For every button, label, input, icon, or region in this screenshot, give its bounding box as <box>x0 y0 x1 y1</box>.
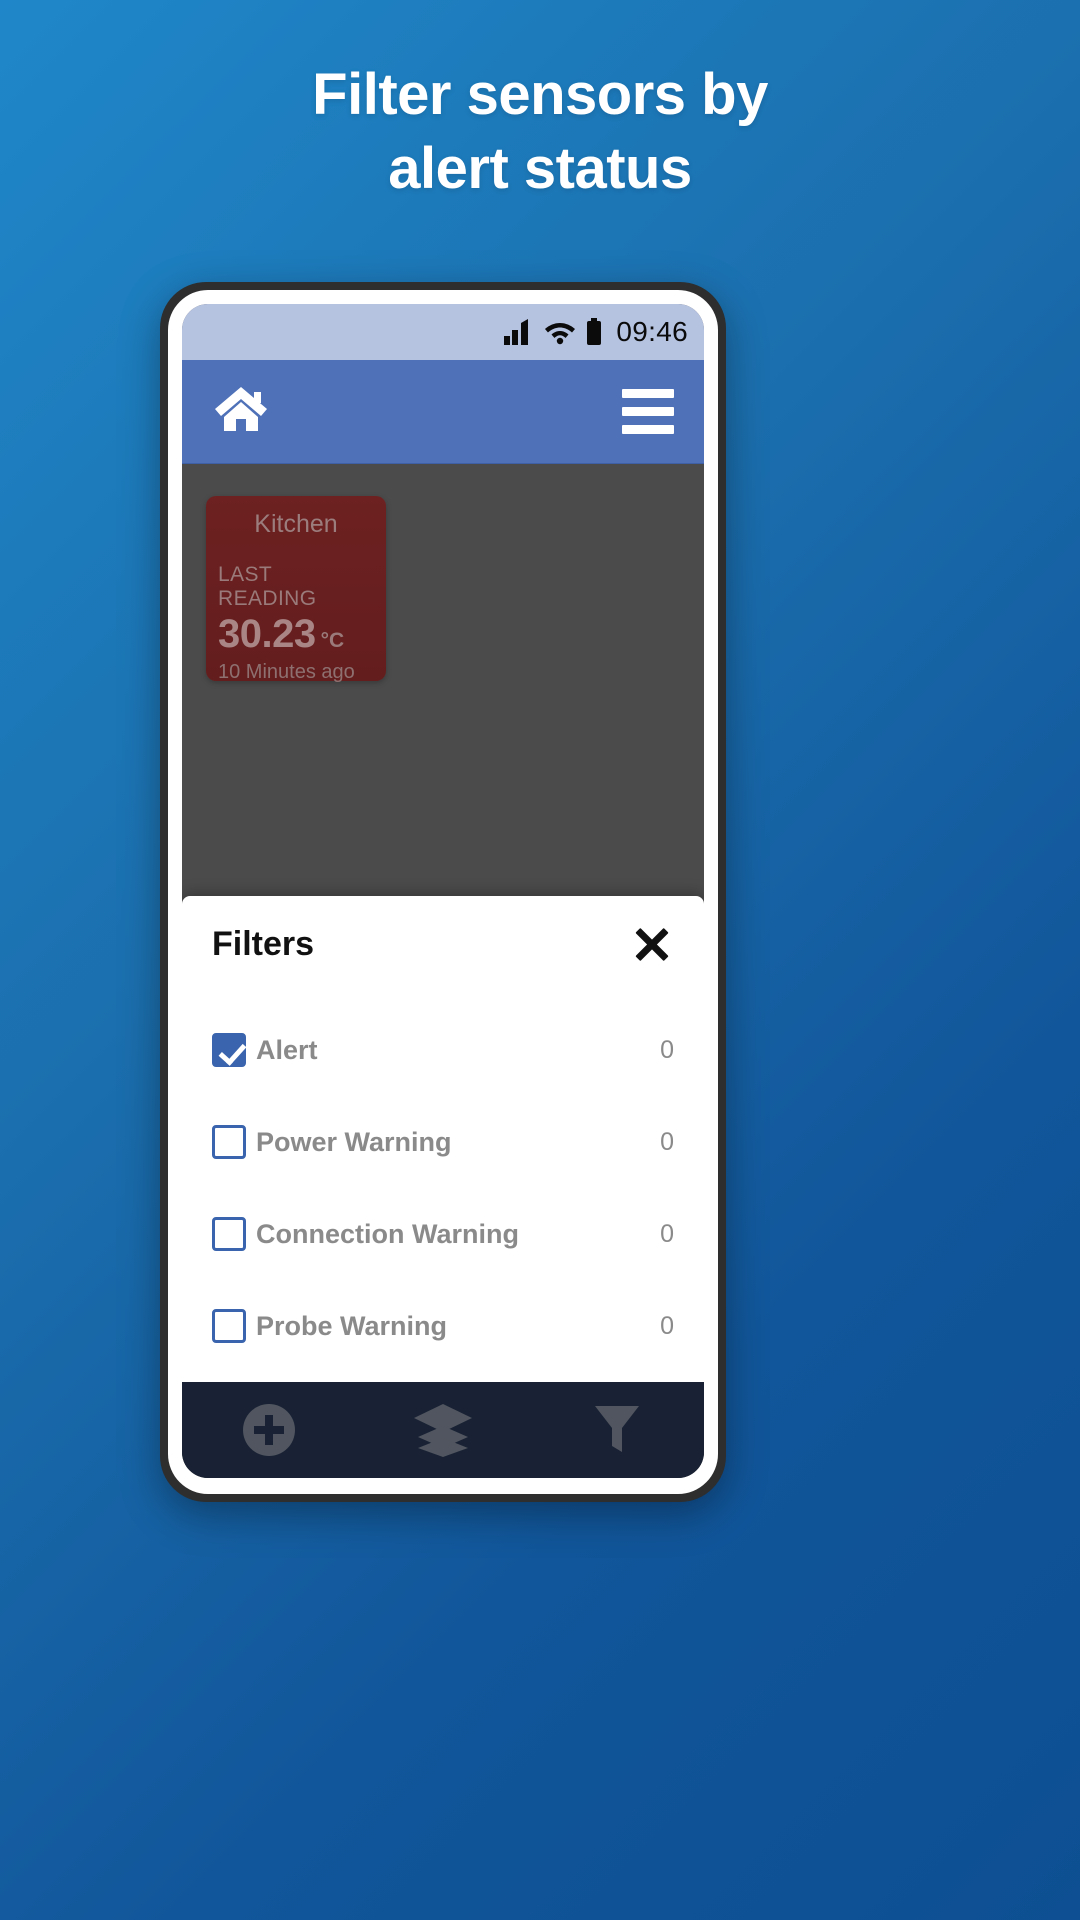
sensor-grid: Kitchen LAST READING 30.23 °C 10 Minutes… <box>182 464 704 1478</box>
sensor-card-unit: °C <box>320 629 345 652</box>
filter-row-connection-warning[interactable]: Connection Warning 0 <box>212 1188 674 1280</box>
hamburger-menu-icon[interactable] <box>622 389 674 434</box>
promo-heading: Filter sensors by alert status <box>0 58 1080 206</box>
filters-header: Filters <box>212 922 674 966</box>
bottom-navigation-bar <box>182 1382 704 1478</box>
filter-label-probe-warning: Probe Warning <box>256 1310 448 1341</box>
filters-title: Filters <box>212 924 315 963</box>
sensor-card-reading: 30.23 °C <box>218 612 374 657</box>
phone-frame: 09:46 Kitchen LAST READING 30.23 °C 10 M… <box>160 282 726 1502</box>
sensor-card-title: Kitchen <box>254 510 338 538</box>
phone-bezel: 09:46 Kitchen LAST READING 30.23 °C 10 M… <box>168 290 718 1494</box>
add-circle-icon[interactable] <box>182 1402 356 1458</box>
filters-panel: Filters Alert 0 Power Warning 0 Connecti… <box>182 896 704 1382</box>
layers-icon[interactable] <box>356 1402 530 1458</box>
filter-row-power-warning[interactable]: Power Warning 0 <box>212 1096 674 1188</box>
checkbox-alert[interactable] <box>212 1033 246 1067</box>
filter-label-connection-warning: Connection Warning <box>256 1218 519 1249</box>
sensor-card-kitchen[interactable]: Kitchen LAST READING 30.23 °C 10 Minutes… <box>206 496 386 683</box>
sensor-card-label: LAST READING <box>218 563 317 610</box>
close-icon[interactable] <box>630 922 674 966</box>
home-icon[interactable] <box>212 383 270 440</box>
filter-label-alert: Alert <box>256 1034 318 1065</box>
filter-count-probe-warning: 0 <box>660 1311 674 1340</box>
checkbox-connection-warning[interactable] <box>212 1217 246 1251</box>
filter-label-power-warning: Power Warning <box>256 1126 452 1157</box>
sensor-card-timestamp: 10 Minutes ago <box>218 661 355 683</box>
filter-funnel-icon[interactable] <box>530 1402 704 1458</box>
checkbox-probe-warning[interactable] <box>212 1309 246 1343</box>
wifi-icon <box>544 319 576 345</box>
filter-row-probe-warning[interactable]: Probe Warning 0 <box>212 1280 674 1372</box>
filter-count-power-warning: 0 <box>660 1127 674 1156</box>
status-bar-time: 09:46 <box>616 316 688 347</box>
phone-screen: 09:46 Kitchen LAST READING 30.23 °C 10 M… <box>182 304 704 1478</box>
filter-row-alert[interactable]: Alert 0 <box>212 1004 674 1096</box>
app-bar <box>182 360 704 464</box>
promo-heading-line-2: alert status <box>388 136 692 202</box>
promo-heading-line-1: Filter sensors by <box>312 62 768 127</box>
checkbox-power-warning[interactable] <box>212 1125 246 1159</box>
filter-count-alert: 0 <box>660 1035 674 1064</box>
sensor-card-value: 30.23 <box>218 612 316 656</box>
battery-icon <box>586 318 602 346</box>
cellular-signal-icon <box>504 319 534 345</box>
filter-count-connection-warning: 0 <box>660 1219 674 1248</box>
status-bar: 09:46 <box>182 304 704 360</box>
